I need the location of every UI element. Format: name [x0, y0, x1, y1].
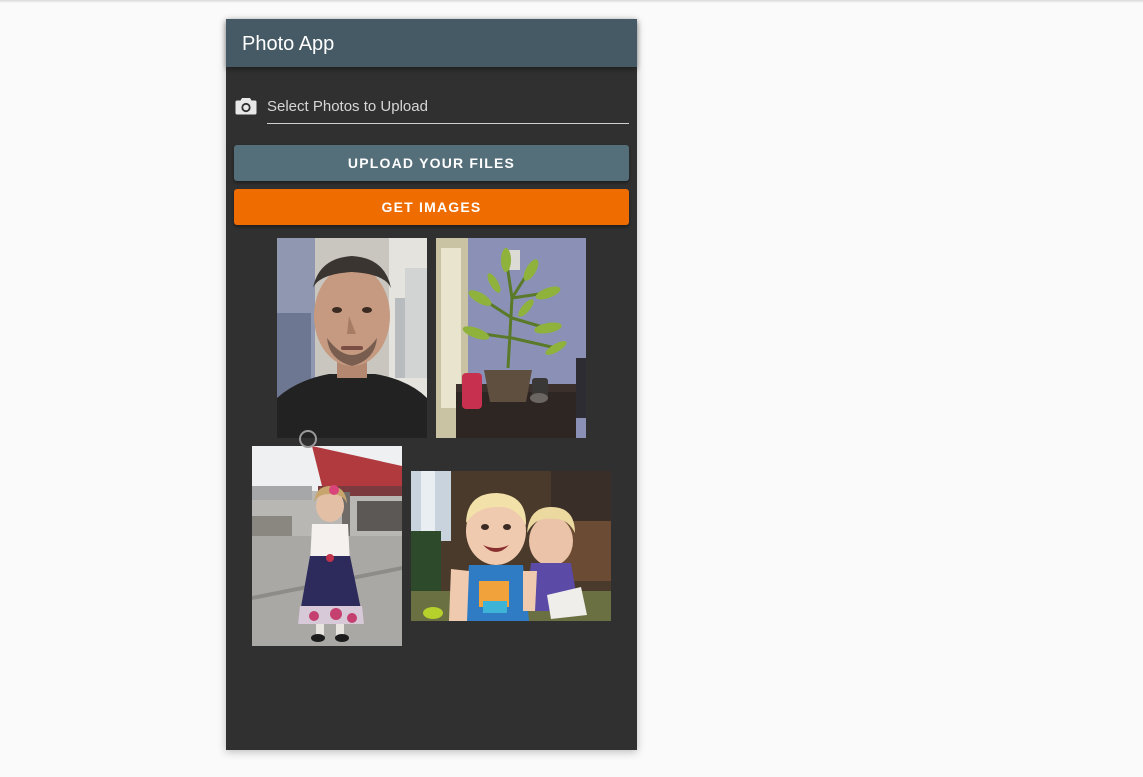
photo-app-panel: Photo App Select Photos to Upload UPLOAD… — [226, 19, 637, 750]
app-toolbar: Photo App — [226, 19, 637, 67]
file-select-placeholder: Select Photos to Upload — [267, 98, 428, 115]
camera-icon — [235, 96, 257, 116]
get-images-button[interactable]: GET IMAGES — [234, 189, 629, 225]
file-select-input[interactable]: Select Photos to Upload — [267, 91, 629, 124]
photo-thumbnail-children[interactable] — [411, 471, 611, 621]
photo-thumbnail-girl[interactable] — [252, 446, 402, 646]
file-upload-row[interactable]: Select Photos to Upload — [226, 91, 637, 125]
top-edge-shadow — [0, 0, 1143, 3]
photo-thumbnail-man[interactable] — [277, 238, 427, 438]
upload-files-button[interactable]: UPLOAD YOUR FILES — [234, 145, 629, 181]
photo-thumbnail-plant[interactable] — [436, 238, 586, 438]
app-title: Photo App — [242, 33, 335, 55]
cursor-indicator — [299, 430, 317, 448]
